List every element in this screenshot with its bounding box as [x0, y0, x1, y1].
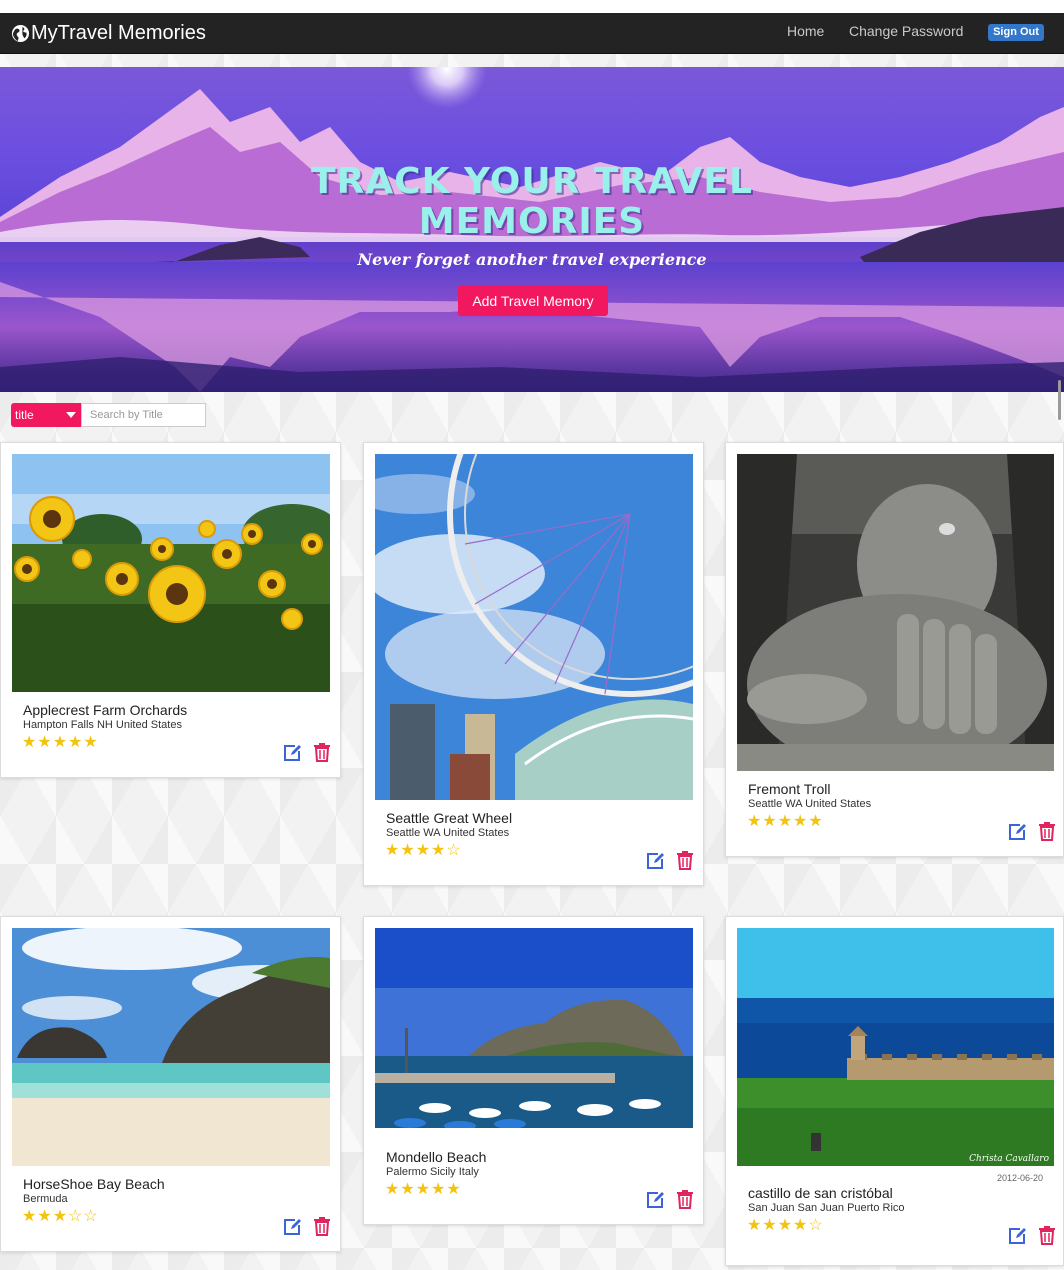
memory-card: Christa Cavallaro 2012-06-20 castillo de…: [725, 916, 1064, 1266]
globe-icon: [11, 24, 30, 42]
search-input[interactable]: [81, 403, 206, 427]
trash-icon: [677, 851, 693, 870]
star-rating: ★★★★☆: [385, 842, 462, 859]
trash-icon: [1039, 822, 1055, 841]
delete-memory-button[interactable]: [1036, 820, 1058, 842]
hero-title-line1: TRACK YOUR TRAVEL: [311, 161, 753, 202]
memory-title: Seattle Great Wheel: [386, 810, 513, 826]
hero-title: TRACK YOUR TRAVEL MEMORIES: [282, 162, 782, 242]
edit-memory-button[interactable]: [1006, 1225, 1028, 1247]
star-rating: ★★★★☆: [747, 1217, 824, 1234]
page-scrollbar[interactable]: [1058, 380, 1061, 420]
memory-card: Fremont Troll Seattle WA United States ★…: [725, 442, 1064, 857]
nav-change-password-link[interactable]: Change Password: [849, 23, 963, 39]
trash-icon: [314, 1217, 330, 1236]
navbar: MyTravel Memories Home Change Password S…: [0, 13, 1064, 54]
photo-date: 2012-06-20: [997, 1173, 1044, 1183]
edit-memory-button[interactable]: [1006, 821, 1028, 843]
edit-icon: [1009, 1228, 1026, 1244]
delete-memory-button[interactable]: [674, 1188, 696, 1210]
filter-field-select[interactable]: title: [11, 403, 81, 427]
sign-out-button[interactable]: Sign Out: [988, 24, 1044, 41]
trash-icon: [1039, 1226, 1055, 1245]
edit-memory-button[interactable]: [644, 850, 666, 872]
memory-photo: [375, 928, 693, 1140]
hero-title-line2: MEMORIES: [418, 201, 646, 242]
memory-card: Mondello Beach Palermo Sicily Italy ★★★★…: [363, 916, 704, 1225]
trash-icon: [314, 743, 330, 762]
star-rating: ★★★★★: [747, 813, 824, 830]
edit-icon: [647, 853, 664, 869]
memory-photo: [12, 454, 330, 692]
nav-home-link[interactable]: Home: [787, 23, 824, 39]
hero-banner: TRACK YOUR TRAVEL MEMORIES Never forget …: [0, 67, 1064, 392]
memory-title: Mondello Beach: [386, 1149, 487, 1165]
delete-memory-button[interactable]: [1036, 1224, 1058, 1246]
star-rating: ★★★☆☆: [22, 1208, 99, 1225]
browser-top-strip: [0, 0, 1064, 13]
delete-memory-button[interactable]: [674, 849, 696, 871]
star-rating: ★★★★★: [385, 1181, 462, 1198]
memory-location: Palermo Sicily Italy: [386, 1166, 479, 1178]
memory-card: Applecrest Farm Orchards Hampton Falls N…: [0, 442, 341, 778]
memory-title: Fremont Troll: [748, 781, 831, 797]
edit-icon: [1009, 824, 1026, 840]
edit-memory-button[interactable]: [281, 1216, 303, 1238]
memory-photo: [12, 928, 330, 1166]
memory-card: Seattle Great Wheel Seattle WA United St…: [363, 442, 704, 886]
memory-title: HorseShoe Bay Beach: [23, 1176, 165, 1192]
photo-signature: Christa Cavallaro: [969, 1154, 1049, 1164]
add-travel-memory-button[interactable]: Add Travel Memory: [458, 285, 608, 316]
memory-photo: [375, 454, 693, 800]
memory-title: Applecrest Farm Orchards: [23, 702, 188, 718]
filter-selected-value: title: [15, 408, 34, 422]
trash-icon: [677, 1190, 693, 1209]
memory-location: Seattle WA United States: [748, 798, 872, 810]
memory-location: Bermuda: [23, 1193, 68, 1205]
edit-icon: [284, 1219, 301, 1235]
edit-memory-button[interactable]: [644, 1189, 666, 1211]
hero-subtitle: Never forget another travel experience: [357, 250, 707, 269]
delete-memory-button[interactable]: [311, 741, 333, 763]
brand-link[interactable]: MyTravel Memories: [11, 21, 206, 45]
memory-photo: [737, 454, 1054, 771]
memory-location: San Juan San Juan Puerto Rico: [748, 1202, 905, 1214]
edit-memory-button[interactable]: [281, 742, 303, 764]
caret-down-icon: [66, 412, 76, 418]
brand-text: MyTravel Memories: [31, 21, 206, 44]
memory-title: castillo de san cristóbal: [748, 1185, 893, 1201]
star-rating: ★★★★★: [22, 734, 99, 751]
edit-icon: [284, 745, 301, 761]
edit-icon: [647, 1192, 664, 1208]
memory-location: Seattle WA United States: [386, 827, 510, 839]
memory-location: Hampton Falls NH United States: [23, 719, 182, 731]
memory-card: HorseShoe Bay Beach Bermuda ★★★☆☆: [0, 916, 341, 1252]
memory-photo: Christa Cavallaro: [737, 928, 1054, 1166]
delete-memory-button[interactable]: [311, 1215, 333, 1237]
